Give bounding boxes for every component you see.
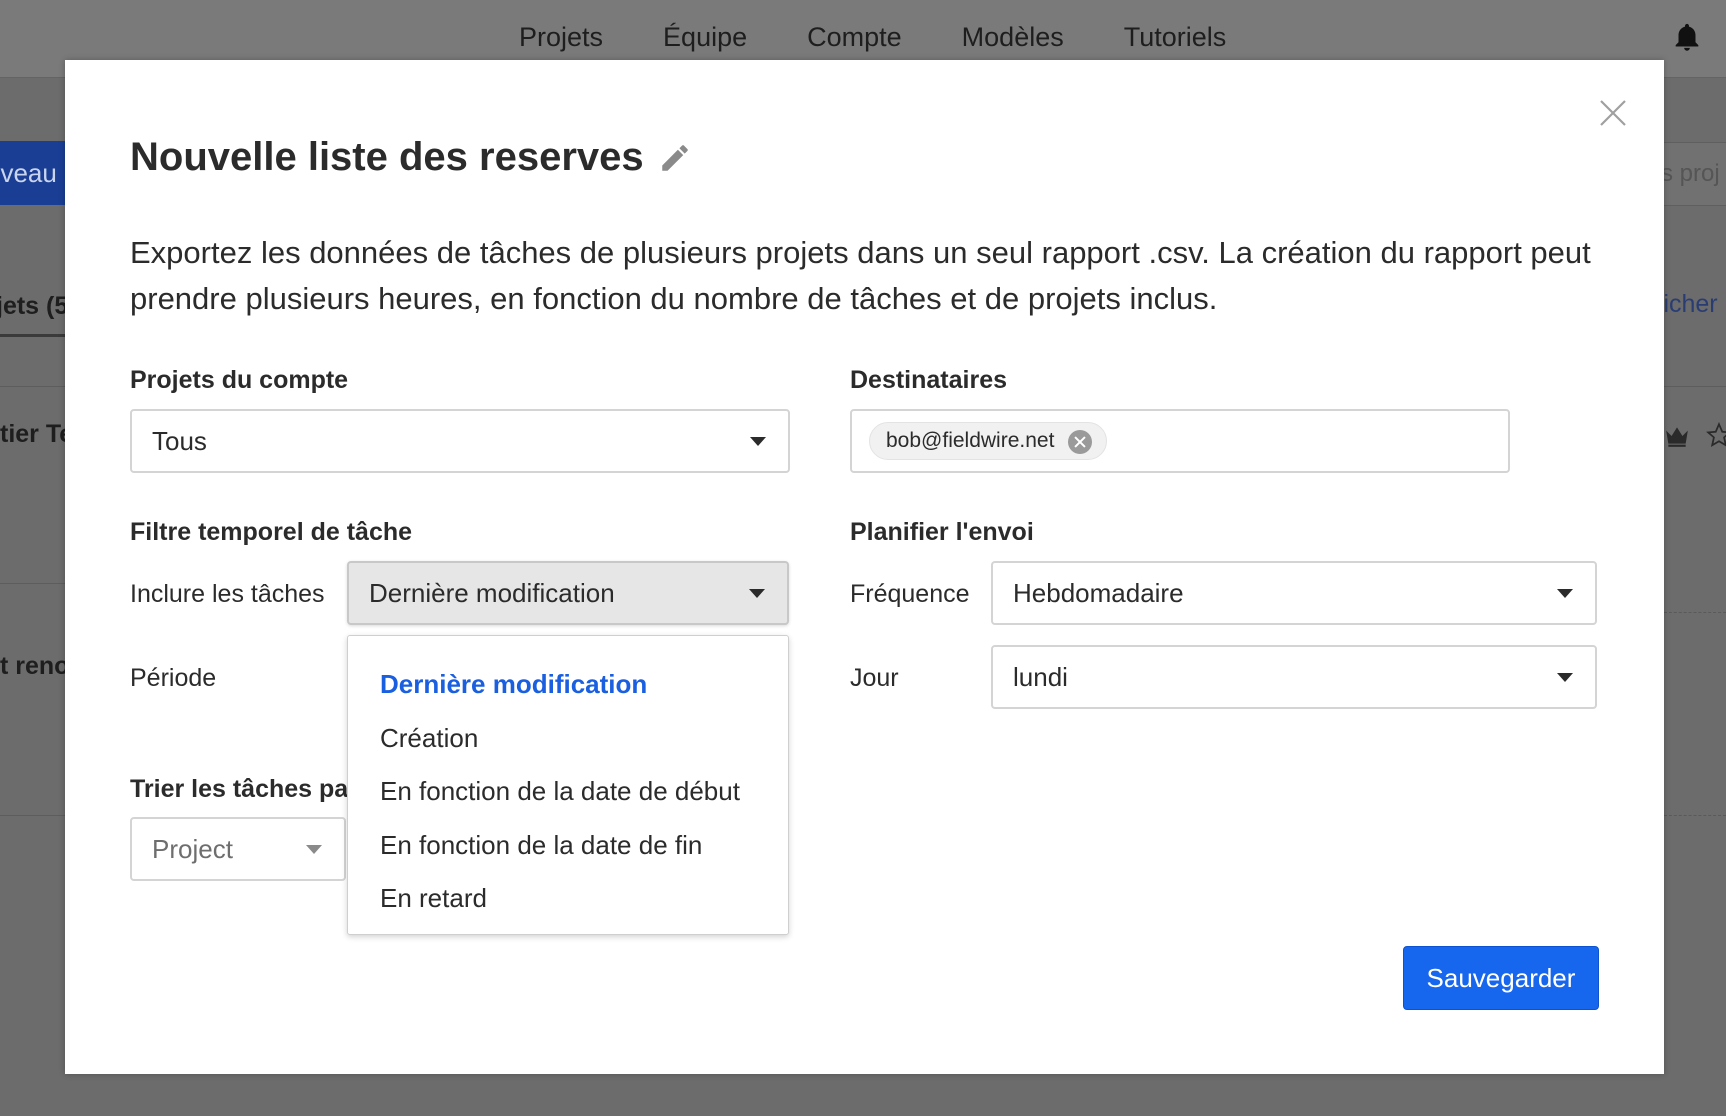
recipients-input[interactable]: bob@fieldwire.net [850, 409, 1510, 473]
projects-select-value: Tous [152, 426, 207, 456]
crown-icon [1666, 427, 1688, 447]
caret-down-icon [749, 589, 765, 598]
nav-modeles[interactable]: Modèles [962, 22, 1064, 53]
caret-down-icon [750, 437, 766, 446]
dashed-divider [1664, 815, 1726, 816]
export-modal: Nouvelle liste des reserves Exportez les… [65, 60, 1664, 1074]
recipient-chip: bob@fieldwire.net [869, 422, 1108, 460]
recipient-email: bob@fieldwire.net [886, 429, 1055, 452]
divider [0, 386, 70, 387]
option-start-date[interactable]: En fonction de la date de début [348, 765, 788, 819]
option-end-date[interactable]: En fonction de la date de fin [348, 819, 788, 873]
include-tasks-dropdown: Dernière modification Création En foncti… [347, 635, 789, 935]
caret-down-icon [1557, 673, 1573, 682]
nav-tutoriels[interactable]: Tutoriels [1124, 22, 1227, 53]
day-value: lundi [1013, 662, 1068, 692]
include-tasks-value: Dernière modification [369, 578, 615, 608]
project-row-2[interactable]: t reno [0, 652, 69, 681]
new-project-button[interactable]: uveau [0, 141, 70, 205]
bell-icon[interactable] [1670, 20, 1704, 56]
sort-select[interactable]: Project [130, 817, 346, 881]
projects-select[interactable]: Tous [130, 409, 790, 473]
time-filter-label: Filtre temporel de tâche [130, 518, 413, 546]
title-row: Nouvelle liste des reserves [130, 135, 692, 180]
modal-description: Exportez les données de tâches de plusie… [130, 235, 1591, 316]
nav-equipe[interactable]: Équipe [663, 22, 747, 53]
divider [0, 583, 70, 584]
day-select[interactable]: lundi [991, 645, 1597, 709]
option-overdue[interactable]: En retard [348, 872, 788, 926]
option-creation[interactable]: Création [348, 712, 788, 766]
nav-compte[interactable]: Compte [807, 22, 902, 53]
divider [1664, 386, 1726, 387]
option-last-modified[interactable]: Dernière modification [348, 658, 788, 712]
search-input[interactable]: s proj [1660, 142, 1726, 206]
caret-down-icon [306, 845, 322, 854]
star-icon[interactable] [1706, 422, 1726, 448]
include-tasks-select[interactable]: Dernière modification [347, 561, 789, 625]
dashed-divider [1664, 612, 1726, 613]
include-tasks-label: Inclure les tâches [130, 580, 325, 608]
recipients-label: Destinataires [850, 366, 1008, 394]
tab-underline [0, 334, 70, 337]
save-button[interactable]: Sauvegarder [1403, 946, 1599, 1010]
top-nav: Projets Équipe Compte Modèles Tutoriels [519, 22, 1286, 53]
projects-label: Projets du compte [130, 366, 349, 394]
period-label: Période [130, 664, 217, 692]
caret-down-icon [1557, 589, 1573, 598]
sort-value: Project [152, 834, 233, 864]
project-row-1[interactable]: tier Te [0, 420, 73, 449]
pencil-icon[interactable] [658, 141, 692, 175]
schedule-label: Planifier l'envoi [850, 518, 1034, 546]
divider [0, 815, 70, 816]
frequency-label: Fréquence [850, 580, 970, 608]
remove-chip-icon[interactable] [1068, 430, 1093, 454]
frequency-value: Hebdomadaire [1013, 578, 1184, 608]
sort-label: Trier les tâches par [130, 775, 347, 803]
frequency-select[interactable]: Hebdomadaire [991, 561, 1597, 625]
day-label: Jour [850, 664, 899, 692]
close-icon[interactable] [1598, 98, 1628, 128]
projects-tab[interactable]: jets (5 [0, 292, 68, 321]
modal-title: Nouvelle liste des reserves [130, 135, 644, 179]
nav-projets[interactable]: Projets [519, 22, 603, 53]
